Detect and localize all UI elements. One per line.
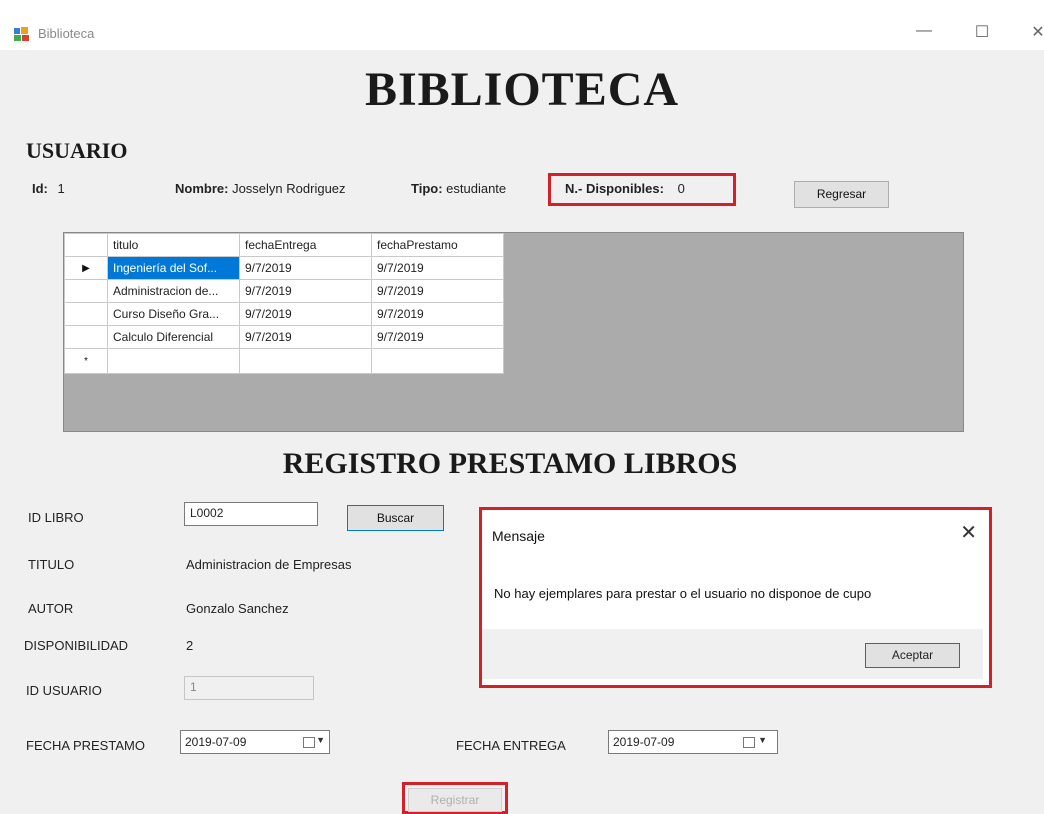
- user-name: Nombre: Josselyn Rodriguez: [175, 181, 346, 196]
- row-header[interactable]: [64, 302, 108, 326]
- minimize-button[interactable]: —: [914, 22, 934, 40]
- table-cell[interactable]: 9/7/2019: [371, 302, 504, 326]
- availability-label: DISPONIBILIDAD: [24, 638, 129, 653]
- table-row[interactable]: Curso Diseño Gra... 9/7/2019 9/7/2019: [64, 302, 504, 326]
- close-button[interactable]: ✕: [1028, 22, 1044, 42]
- register-section-title: REGISTRO PRESTAMO LIBROS: [282, 447, 738, 480]
- available-count-label: N.- Disponibles:: [565, 181, 664, 196]
- loan-date-picker[interactable]: 2019-07-09 ▼: [180, 730, 330, 754]
- row-header[interactable]: [64, 279, 108, 303]
- accept-button[interactable]: Aceptar: [865, 643, 960, 668]
- register-button[interactable]: Registrar: [408, 788, 502, 812]
- user-id: Id: 1: [32, 181, 65, 196]
- table-cell[interactable]: 9/7/2019: [239, 279, 372, 303]
- new-row[interactable]: *: [64, 348, 504, 374]
- column-header[interactable]: fechaPrestamo: [371, 233, 504, 257]
- table-row[interactable]: ▶ Ingeniería del Sof... 9/7/2019 9/7/201…: [64, 256, 504, 280]
- user-id-input[interactable]: 1: [184, 676, 314, 700]
- table-cell[interactable]: 9/7/2019: [239, 256, 372, 280]
- app-icon: [14, 27, 30, 41]
- user-id-field-label: ID USUARIO: [26, 683, 102, 698]
- column-header[interactable]: fechaEntrega: [239, 233, 372, 257]
- search-button[interactable]: Buscar: [347, 505, 444, 531]
- loans-table: titulo fechaEntrega fechaPrestamo ▶ Inge…: [64, 233, 504, 374]
- table-row[interactable]: Administracion de... 9/7/2019 9/7/2019: [64, 279, 504, 303]
- table-cell[interactable]: [371, 348, 504, 374]
- loans-grid[interactable]: titulo fechaEntrega fechaPrestamo ▶ Inge…: [63, 232, 964, 432]
- dialog-close-icon[interactable]: ✕: [960, 520, 977, 545]
- dialog-message: No hay ejemplares para prestar o el usua…: [494, 586, 872, 601]
- table-cell[interactable]: [239, 348, 372, 374]
- loan-date-label: FECHA PRESTAMO: [26, 738, 145, 753]
- calendar-icon: [743, 737, 755, 748]
- dialog-footer: Aceptar: [482, 629, 983, 679]
- window-title: Biblioteca: [38, 26, 95, 41]
- user-name-label: Nombre:: [175, 181, 229, 196]
- user-id-label: Id:: [32, 181, 48, 196]
- return-date-picker[interactable]: 2019-07-09 ▼: [608, 730, 778, 754]
- available-count: N.- Disponibles: 0: [565, 181, 685, 196]
- availability-value: 2: [186, 638, 194, 653]
- window-title-bar: [0, 0, 1044, 50]
- return-date-value: 2019-07-09: [613, 735, 675, 749]
- title-label: TITULO: [28, 557, 75, 572]
- user-type: Tipo: estudiante: [411, 181, 506, 196]
- author-label: AUTOR: [28, 601, 74, 616]
- table-cell[interactable]: 9/7/2019: [371, 325, 504, 349]
- chevron-down-icon: ▼: [758, 735, 767, 745]
- user-type-label: Tipo:: [411, 181, 443, 196]
- user-name-value: Josselyn Rodriguez: [232, 181, 346, 196]
- page-title: BIBLIOTECA: [364, 63, 680, 116]
- row-header-corner: [64, 233, 108, 257]
- table-cell[interactable]: 9/7/2019: [239, 325, 372, 349]
- user-type-value: estudiante: [446, 181, 507, 196]
- calendar-icon: [303, 737, 315, 748]
- table-row[interactable]: Calculo Diferencial 9/7/2019 9/7/2019: [64, 325, 504, 349]
- table-cell[interactable]: 9/7/2019: [371, 279, 504, 303]
- table-cell[interactable]: Ingeniería del Sof...: [107, 256, 240, 280]
- loan-date-value: 2019-07-09: [185, 735, 247, 749]
- available-count-value: 0: [677, 181, 685, 196]
- book-id-input[interactable]: L0002: [184, 502, 318, 526]
- column-header[interactable]: titulo: [107, 233, 240, 257]
- chevron-down-icon: ▼: [316, 735, 325, 745]
- maximize-button[interactable]: ☐: [972, 22, 992, 42]
- back-button[interactable]: Regresar: [794, 181, 889, 208]
- user-section-title: USUARIO: [26, 138, 128, 163]
- table-cell[interactable]: 9/7/2019: [371, 256, 504, 280]
- row-header[interactable]: [64, 325, 108, 349]
- dialog-title: Mensaje: [492, 528, 545, 544]
- return-date-label: FECHA ENTREGA: [456, 738, 566, 753]
- table-cell[interactable]: Calculo Diferencial: [107, 325, 240, 349]
- table-header-row: titulo fechaEntrega fechaPrestamo: [64, 233, 504, 257]
- message-dialog: Mensaje ✕ No hay ejemplares para prestar…: [482, 510, 989, 685]
- table-cell[interactable]: 9/7/2019: [239, 302, 372, 326]
- user-id-value: 1: [57, 181, 65, 196]
- table-cell[interactable]: Administracion de...: [107, 279, 240, 303]
- title-value: Administracion de Empresas: [186, 557, 352, 572]
- book-id-label: ID LIBRO: [28, 510, 84, 525]
- current-row-icon: ▶: [64, 256, 108, 280]
- author-value: Gonzalo Sanchez: [186, 601, 289, 616]
- table-cell[interactable]: [107, 348, 240, 374]
- table-cell[interactable]: Curso Diseño Gra...: [107, 302, 240, 326]
- new-row-icon: *: [64, 348, 108, 374]
